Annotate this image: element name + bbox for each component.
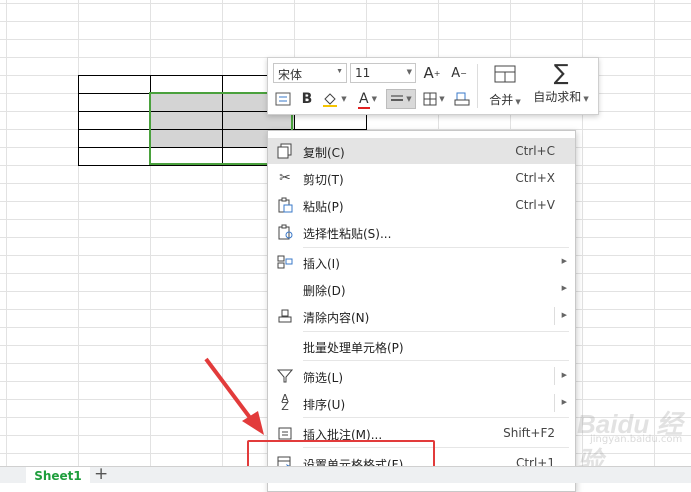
paint-bucket-icon: [323, 93, 338, 107]
menu-item-paste[interactable]: 粘贴(P) Ctrl+V: [268, 192, 575, 218]
submenu-arrow-icon: ▶: [561, 257, 567, 265]
chevron-down-icon: ▼: [406, 95, 412, 103]
eraser-format-button[interactable]: [452, 89, 472, 109]
menu-item-label: 剪切(T): [303, 173, 344, 187]
menu-item-label: 删除(D): [303, 284, 346, 298]
font-color-icon: A: [359, 91, 369, 107]
paste-icon: [277, 197, 293, 213]
cell[interactable]: [78, 111, 151, 130]
font-color-bar: [358, 107, 371, 109]
eraser-icon: [277, 308, 293, 324]
cell[interactable]: [78, 93, 151, 112]
menu-item-batch-process[interactable]: 批量处理单元格(P): [268, 333, 575, 359]
eraser-icon: [454, 92, 470, 106]
menu-item-copy[interactable]: 复制(C) Ctrl+C: [268, 138, 575, 164]
menu-item-shortcut: Ctrl+C: [515, 144, 555, 158]
menu-item-shortcut: Ctrl+V: [515, 198, 555, 212]
comment-icon: [277, 425, 293, 441]
filter-icon: [276, 368, 294, 384]
sigma-icon: ∑: [553, 61, 569, 86]
merge-cells-icon: [494, 65, 516, 83]
menu-item-label: 复制(C): [303, 146, 345, 160]
bold-icon: B: [301, 91, 313, 107]
bold-button[interactable]: B: [297, 89, 317, 109]
submenu-arrow-icon: ▶: [561, 311, 567, 319]
decrease-font-size-button[interactable]: A −: [448, 62, 470, 84]
sort-icon: AZ: [281, 392, 289, 413]
borders-icon: [423, 92, 437, 106]
menu-item-label: 选择性粘贴(S)...: [303, 227, 392, 241]
menu-item-insert[interactable]: 插入(I) ▶: [268, 249, 575, 275]
sheet-tab-bar: Sheet1 +: [0, 464, 691, 484]
watermark-url: jingyan.baidu.com: [590, 434, 683, 445]
chevron-down-icon: ▼: [371, 95, 377, 103]
cell[interactable]: [78, 147, 151, 166]
cell[interactable]: [78, 129, 151, 148]
menu-item-divider: [554, 367, 555, 385]
increase-font-icon: A: [423, 64, 434, 82]
menu-item-label: 批量处理单元格(P): [303, 341, 404, 355]
font-name-select[interactable]: 宋体 ▼: [273, 63, 347, 83]
borders-button[interactable]: ▼: [420, 89, 448, 109]
pointer-arrow-icon: [204, 357, 264, 435]
submenu-arrow-icon: ▶: [561, 398, 567, 406]
merge-label: 合并 ▼: [489, 93, 521, 107]
font-color-button[interactable]: A ▼: [354, 89, 382, 109]
menu-item-divider: [554, 307, 555, 325]
context-menu: 复制(C) Ctrl+C ✂ 剪切(T) Ctrl+X 粘贴(P) Ctrl+V…: [267, 130, 576, 492]
submenu-arrow-icon: ▶: [561, 284, 567, 292]
menu-item-label: 清除内容(N): [303, 311, 370, 325]
paste-special-icon: [277, 224, 293, 240]
menu-item-delete[interactable]: 删除(D) ▶: [268, 276, 575, 302]
chevron-down-icon: ▼: [406, 68, 412, 76]
menu-item-paste-special[interactable]: 选择性粘贴(S)...: [268, 219, 575, 245]
menu-item-label: 筛选(L): [303, 371, 344, 385]
menu-item-filter[interactable]: 筛选(L) ▶: [268, 363, 575, 389]
menu-item-label: 排序(U): [303, 398, 346, 412]
wrap-format-button[interactable]: [273, 89, 293, 109]
menu-item-cut[interactable]: ✂ 剪切(T) Ctrl+X: [268, 165, 575, 191]
menu-item-label: 粘贴(P): [303, 200, 344, 214]
font-size-select[interactable]: 11 ▼: [350, 63, 416, 83]
cell[interactable]: [78, 75, 151, 94]
toolbar-divider: [477, 64, 478, 108]
menu-item-label: 插入(I): [303, 257, 340, 271]
menu-divider: [303, 247, 569, 248]
increase-font-size-button[interactable]: A +: [421, 62, 443, 84]
copy-icon: [277, 143, 293, 159]
chevron-down-icon: ▼: [336, 68, 343, 75]
menu-divider: [303, 331, 569, 332]
menu-item-divider: [554, 394, 555, 412]
menu-divider: [303, 360, 569, 361]
align-center-icon: [391, 95, 404, 101]
font-size-value: 11: [355, 66, 371, 80]
chevron-down-icon: ▼: [439, 95, 445, 103]
menu-item-sort[interactable]: AZ 排序(U) ▶: [268, 390, 575, 416]
cell[interactable]: [150, 75, 223, 94]
autosum-button[interactable]: ∑ 自动求和 ▼: [530, 61, 592, 105]
autosum-label: 自动求和 ▼: [533, 90, 589, 104]
add-sheet-button[interactable]: +: [94, 464, 108, 484]
floating-format-toolbar: 宋体 ▼ 11 ▼ A + A − B ▼ A ▼ ▼ ▼ 合并 ▼ ∑ 自动求…: [267, 57, 599, 115]
format-icon: [275, 92, 291, 106]
sheet-tab-sheet1[interactable]: Sheet1: [26, 467, 90, 483]
decrease-font-icon: A: [451, 65, 461, 81]
menu-divider: [303, 417, 569, 418]
font-name-value: 宋体: [278, 68, 303, 82]
align-button[interactable]: ▼: [386, 89, 416, 109]
menu-item-shortcut: Shift+F2: [503, 426, 555, 440]
menu-item-shortcut: Ctrl+X: [515, 171, 555, 185]
submenu-arrow-icon: ▶: [561, 371, 567, 379]
insert-icon: [277, 254, 293, 270]
scissors-icon: ✂: [279, 170, 291, 186]
menu-item-clear-contents[interactable]: 清除内容(N) ▶: [268, 303, 575, 329]
chevron-down-icon: ▼: [341, 95, 347, 103]
merge-button[interactable]: 合并 ▼: [483, 64, 527, 108]
fill-color-button[interactable]: ▼: [320, 89, 348, 109]
